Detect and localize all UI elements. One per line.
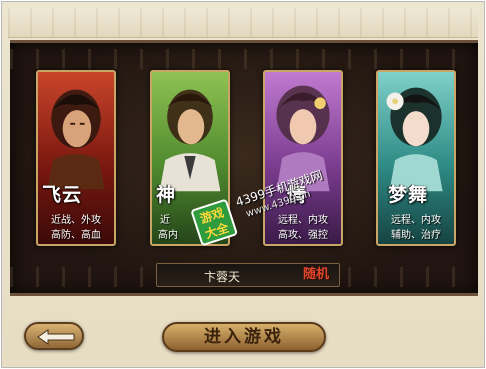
back-button[interactable] <box>24 322 84 350</box>
character-card-mengwu[interactable]: 梦舞 远程、内攻 辅助、治疗 <box>376 70 456 246</box>
enter-game-button[interactable]: 进入游戏 <box>162 322 326 352</box>
character-traits-line2: 辅助、治疗 <box>391 230 441 241</box>
character-traits-line2: 高防、高血 <box>51 230 101 241</box>
character-traits-line1: 近战、外攻 <box>51 215 101 226</box>
character-name-field[interactable]: 卞蓉天 随机 <box>156 263 340 287</box>
watermark-badge: 游戏大全 <box>190 198 239 247</box>
character-card-feiyun[interactable]: 飞云 近战、外攻 高防、高血 <box>36 70 116 246</box>
character-name-value[interactable]: 卞蓉天 <box>157 268 287 285</box>
top-ornament <box>8 8 478 38</box>
character-name: 梦舞 <box>388 184 429 206</box>
character-select-panel: 飞云 近战、外攻 高防、高血 神 近 高内 情 远程、内攻 高攻、强控 梦舞 远… <box>10 40 478 296</box>
random-name-button[interactable]: 随机 <box>295 265 337 285</box>
character-name: 飞云 <box>42 184 83 206</box>
back-arrow-icon <box>37 329 75 345</box>
game-screen: 飞云 近战、外攻 高防、高血 神 近 高内 情 远程、内攻 高攻、强控 梦舞 远… <box>1 1 485 368</box>
panel-ornament-top <box>10 49 478 69</box>
character-traits-line1: 远程、内攻 <box>391 215 441 226</box>
